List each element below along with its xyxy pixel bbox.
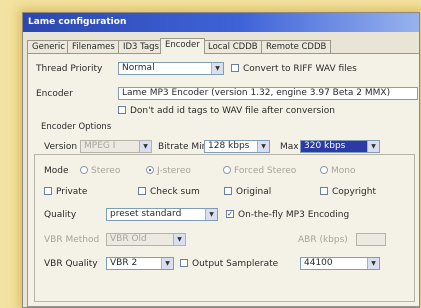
mode-label: Mode	[44, 166, 69, 176]
chevron-down-icon: ▼	[367, 258, 379, 269]
convert-riff-checkbox[interactable]	[231, 64, 239, 72]
tab-encoder[interactable]: Encoder	[160, 38, 205, 54]
tab-generic[interactable]: Generic	[27, 40, 70, 54]
private-checkbox[interactable]	[44, 187, 52, 195]
chevron-down-icon: ▼	[173, 234, 185, 245]
convert-riff-label: Convert to RIFF WAV files	[243, 64, 357, 74]
hidden-option-checkbox[interactable]	[118, 106, 126, 114]
encoder-label: Encoder	[36, 89, 73, 99]
chevron-down-icon: ▼	[139, 141, 151, 152]
bitrate-max-label: Max	[280, 142, 299, 152]
checksum-checkbox[interactable]	[138, 187, 146, 195]
chevron-down-icon: ▼	[161, 258, 173, 269]
encoder-options-legend: Encoder Options	[38, 122, 115, 132]
mode-mono-radio[interactable]	[320, 166, 328, 174]
mode-mono-label: Mono	[331, 166, 356, 176]
mode-forced-stereo-radio[interactable]	[223, 166, 231, 174]
on-the-fly-label: On-the-fly MP3 Encoding	[238, 210, 350, 220]
encoder-options-group	[34, 154, 415, 302]
abr-field[interactable]	[356, 233, 386, 246]
vbr-quality-select[interactable]: VBR 2 ▼	[106, 257, 174, 270]
encoder-panel: Thread Priority Normal ▼ Convert to RIFF…	[27, 53, 419, 307]
vbr-quality-label: VBR Quality	[44, 259, 98, 269]
tab-filenames[interactable]: Filenames	[67, 40, 120, 54]
hidden-option-label: Don't add id tags to WAV file after conv…	[130, 106, 335, 116]
bitrate-min-select[interactable]: 128 kbps ▼	[204, 140, 270, 153]
mode-stereo-label: Stereo	[91, 166, 121, 176]
abr-label: ABR (kbps)	[298, 235, 348, 245]
on-the-fly-checkbox[interactable]: ✓	[226, 210, 234, 218]
mode-jstereo-radio[interactable]	[146, 166, 154, 174]
tab-id3-tags[interactable]: ID3 Tags	[118, 40, 164, 54]
quality-label: Quality	[44, 210, 77, 220]
original-label: Original	[236, 187, 272, 197]
version-select[interactable]: MPEG I ▼	[80, 140, 152, 153]
chevron-down-icon: ▼	[211, 63, 223, 74]
output-samplerate-checkbox[interactable]	[180, 259, 188, 267]
output-samplerate-label: Output Samplerate	[192, 259, 279, 269]
original-checkbox[interactable]	[224, 187, 232, 195]
lame-configuration-window: Lame configuration Generic Filenames ID3…	[22, 12, 420, 308]
chevron-down-icon: ▼	[367, 141, 379, 152]
version-label: Version	[44, 142, 78, 152]
mode-forced-stereo-label: Forced Stereo	[234, 166, 297, 176]
window-title: Lame configuration	[23, 13, 419, 32]
private-label: Private	[56, 187, 88, 197]
copyright-checkbox[interactable]	[320, 187, 328, 195]
output-samplerate-select[interactable]: 44100 ▼	[300, 257, 380, 270]
bitrate-max-select[interactable]: 320 kbps ▼	[300, 140, 380, 153]
vbr-method-label: VBR Method	[44, 235, 100, 245]
mode-jstereo-label: J-stereo	[157, 166, 191, 176]
vbr-method-select[interactable]: VBR Old ▼	[106, 233, 186, 246]
chevron-down-icon: ▼	[257, 141, 269, 152]
copyright-label: Copyright	[332, 187, 376, 197]
thread-priority-select[interactable]: Normal ▼	[118, 62, 224, 75]
tab-local-cddb[interactable]: Local CDDB	[203, 40, 263, 54]
thread-priority-label: Thread Priority	[36, 64, 103, 74]
encoder-field[interactable]: Lame MP3 Encoder (version 1.32, engine 3…	[118, 87, 418, 100]
quality-select[interactable]: preset standard ▼	[106, 208, 218, 221]
mode-stereo-radio[interactable]	[80, 166, 88, 174]
tab-remote-cddb[interactable]: Remote CDDB	[261, 40, 332, 54]
bitrate-min-label: Bitrate Min	[158, 142, 208, 152]
checksum-label: Check sum	[150, 187, 200, 197]
chevron-down-icon: ▼	[205, 209, 217, 220]
